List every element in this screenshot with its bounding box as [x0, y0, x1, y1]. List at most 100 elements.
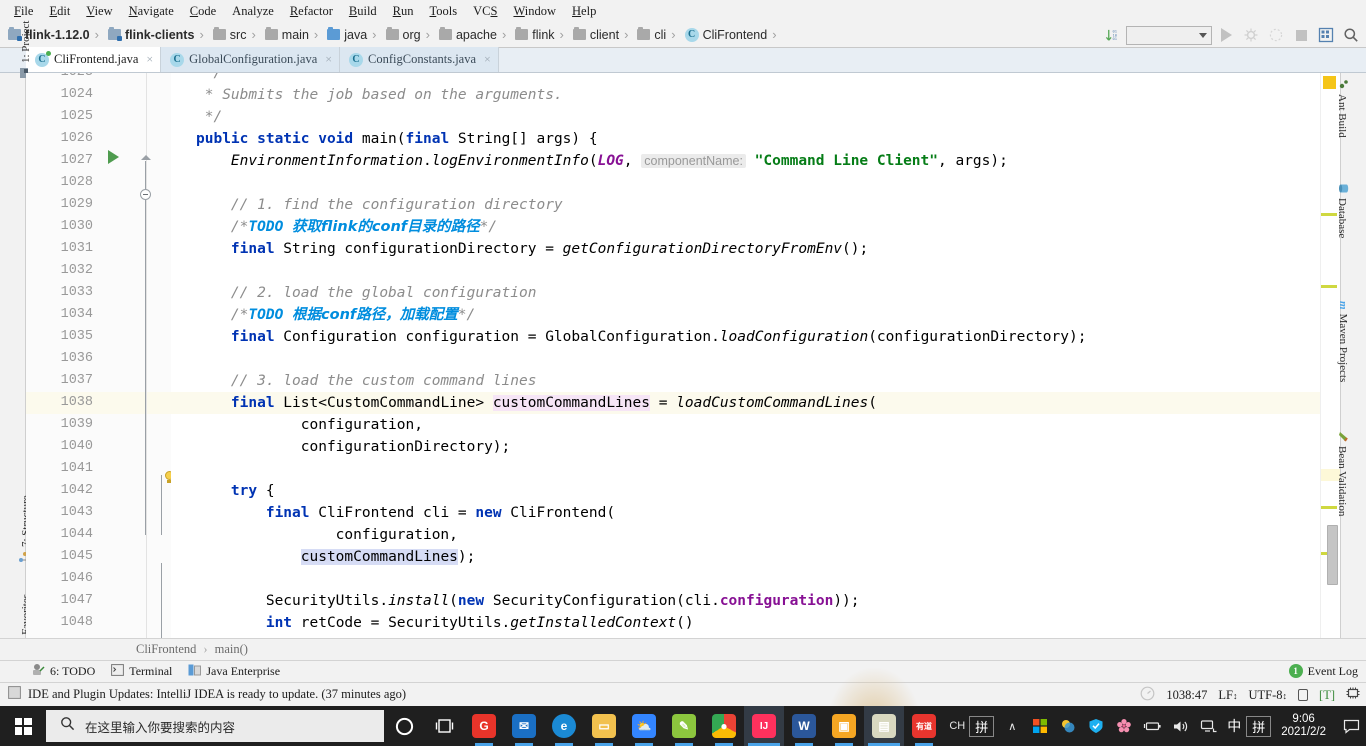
file-encoding[interactable]: UTF-8↕: [1249, 688, 1288, 703]
menu-help[interactable]: Help: [564, 2, 604, 21]
clock[interactable]: 9:06 2021/2/2: [1271, 713, 1336, 739]
unlocked-icon[interactable]: [1298, 689, 1309, 701]
network-icon[interactable]: [1194, 706, 1222, 746]
taskbar-app-microsoft-word[interactable]: W: [784, 706, 824, 746]
menu-edit[interactable]: Edit: [41, 2, 78, 21]
run-with-coverage-button[interactable]: [1265, 24, 1287, 46]
taskbar-app-file-explorer[interactable]: ▭: [584, 706, 624, 746]
breadcrumb-item-client[interactable]: client ›: [571, 26, 636, 43]
taskbar-app-notepad-plus[interactable]: ✎: [664, 706, 704, 746]
line-separator[interactable]: LF↕: [1218, 688, 1237, 703]
taskbar-app-baidu-netdisk[interactable]: ⛅: [624, 706, 664, 746]
menu-file[interactable]: File: [6, 2, 41, 21]
fold-collapse-icon[interactable]: [140, 189, 151, 200]
memory-indicator-icon[interactable]: [1346, 686, 1360, 704]
ime-chinese-icon[interactable]: 中: [1222, 716, 1246, 736]
system-tray: CH 拼 ∧ 中 拼 9:06 2021/2/2: [945, 706, 1366, 746]
sort-by-number-icon[interactable]: 01 10 01: [1101, 24, 1123, 46]
taskbar-app-youdao-dict[interactable]: 有道: [904, 706, 944, 746]
taskbar-app-intellij-idea[interactable]: IJ: [744, 706, 784, 746]
taskbar-app-mail[interactable]: ✉: [504, 706, 544, 746]
windows-defender-icon[interactable]: [1026, 706, 1054, 746]
action-center-button[interactable]: [1336, 706, 1366, 746]
sakura-icon[interactable]: [1110, 706, 1138, 746]
ime-pinyin-icon[interactable]: 拼: [969, 715, 995, 737]
ime-lang-indicator[interactable]: CH: [945, 720, 969, 732]
code-editor[interactable]: 1023 1024 1025 1026 1027 1028 1029 1030 1031 1032…: [26, 73, 1340, 638]
editor-gutter[interactable]: 1023 1024 1025 1026 1027 1028 1029 1030 1031 1032…: [26, 73, 174, 638]
project-structure-button[interactable]: [1315, 24, 1337, 46]
tencent-pc-manager-icon[interactable]: [1082, 706, 1110, 746]
tab-clifrontend-java[interactable]: C CliFrontend.java ×: [26, 47, 162, 72]
sidebar-item-maven-projects[interactable]: m Maven Projects: [1337, 301, 1349, 382]
line-number: 1031: [60, 241, 93, 256]
task-view-button[interactable]: [424, 706, 464, 746]
battery-icon[interactable]: [1138, 706, 1166, 746]
status-message[interactable]: IDE and Plugin Updates: IntelliJ IDEA is…: [28, 687, 406, 702]
taskbar-app-microsoft-edge[interactable]: e: [544, 706, 584, 746]
caret-position[interactable]: 1038:47: [1166, 688, 1207, 703]
run-gutter-icon[interactable]: [108, 150, 119, 164]
menu-window[interactable]: Window: [505, 2, 564, 21]
breadcrumb-item-main[interactable]: main ›: [263, 26, 325, 43]
stripe-marker[interactable]: [1321, 285, 1337, 288]
cloud-sync-icon[interactable]: [1054, 706, 1082, 746]
sidebar-item-ant-build[interactable]: Ant Build: [1335, 79, 1349, 138]
fold-region-top-icon[interactable]: [141, 155, 151, 160]
sidebar-item-project[interactable]: 1: Project: [18, 21, 33, 79]
sidebar-item-label: Bean Validation: [1336, 446, 1348, 517]
debug-button[interactable]: [1240, 24, 1262, 46]
cortana-button[interactable]: [384, 706, 424, 746]
taskbar-app-vmware-workstation[interactable]: ▣: [824, 706, 864, 746]
breadcrumb-item-apache[interactable]: apache ›: [437, 26, 513, 43]
tray-overflow-button[interactable]: ∧: [998, 706, 1026, 746]
menu-refactor[interactable]: Refactor: [282, 2, 341, 21]
menu-analyze[interactable]: Analyze: [224, 2, 282, 21]
tool-window-java-enterprise[interactable]: Java Enterprise: [188, 664, 280, 680]
stop-button[interactable]: [1290, 24, 1312, 46]
taskbar-app-google-chrome[interactable]: ●: [704, 706, 744, 746]
volume-icon[interactable]: [1166, 706, 1194, 746]
navigation-bar: flink-1.12.0 › flink-clients › src › main › java…: [0, 22, 1366, 48]
close-icon[interactable]: ×: [484, 52, 491, 67]
microsoft-word-icon: W: [792, 714, 816, 738]
tab-globalconfiguration-java[interactable]: C GlobalConfiguration.java ×: [161, 47, 341, 72]
close-icon[interactable]: ×: [146, 52, 153, 67]
sidebar-item-bean-validation[interactable]: Bean Validation: [1335, 431, 1349, 516]
line-number: 1029: [60, 197, 93, 212]
tab-configconstants-java[interactable]: C ConfigConstants.java ×: [340, 47, 499, 72]
close-icon[interactable]: ×: [325, 52, 332, 67]
breadcrumb-method[interactable]: main(): [215, 642, 248, 657]
breadcrumb-class[interactable]: CliFrontend: [136, 642, 196, 657]
start-button[interactable]: [0, 706, 46, 746]
menu-vcs[interactable]: VCS: [465, 2, 505, 21]
menu-navigate[interactable]: Navigate: [121, 2, 182, 21]
search-everywhere-button[interactable]: [1340, 24, 1362, 46]
menu-code[interactable]: Code: [182, 2, 224, 21]
taskbar-app-xshell[interactable]: ▤: [864, 706, 904, 746]
breadcrumb-item-src[interactable]: src ›: [211, 26, 263, 43]
menu-view[interactable]: View: [78, 2, 120, 21]
event-log-button[interactable]: 1 Event Log: [1288, 660, 1358, 682]
vertical-scrollbar-thumb[interactable]: [1327, 525, 1338, 585]
code-text-area[interactable]: */ * Submits the job based on the argume…: [171, 73, 1320, 638]
menu-build[interactable]: Build: [341, 2, 385, 21]
background-tasks-icon[interactable]: [1140, 686, 1155, 705]
ime-pinyin-tray-icon[interactable]: 拼: [1246, 715, 1272, 737]
taskbar-app-360-browser[interactable]: G: [464, 706, 504, 746]
breadcrumb-item-clifrontend[interactable]: C CliFrontend ›: [683, 26, 784, 43]
tool-window-todo[interactable]: 6: TODO: [32, 663, 95, 680]
tool-window-terminal[interactable]: Terminal: [111, 663, 172, 680]
breadcrumb-item-flink-clients[interactable]: flink-clients ›: [106, 26, 211, 43]
breadcrumb-item-cli[interactable]: cli ›: [635, 26, 682, 43]
menu-run[interactable]: Run: [385, 2, 422, 21]
run-button[interactable]: [1215, 24, 1237, 46]
sidebar-item-database[interactable]: Database: [1335, 183, 1349, 238]
breadcrumb-item-flink[interactable]: flink ›: [513, 26, 571, 43]
indent-icon[interactable]: [T]: [1319, 688, 1335, 703]
menu-tools[interactable]: Tools: [422, 2, 466, 21]
taskbar-search-input[interactable]: 在这里输入你要搜索的内容: [46, 710, 384, 742]
breadcrumb-item-java[interactable]: java ›: [325, 26, 383, 43]
run-configuration-selector[interactable]: [1126, 25, 1212, 45]
breadcrumb-item-org[interactable]: org ›: [384, 26, 437, 43]
